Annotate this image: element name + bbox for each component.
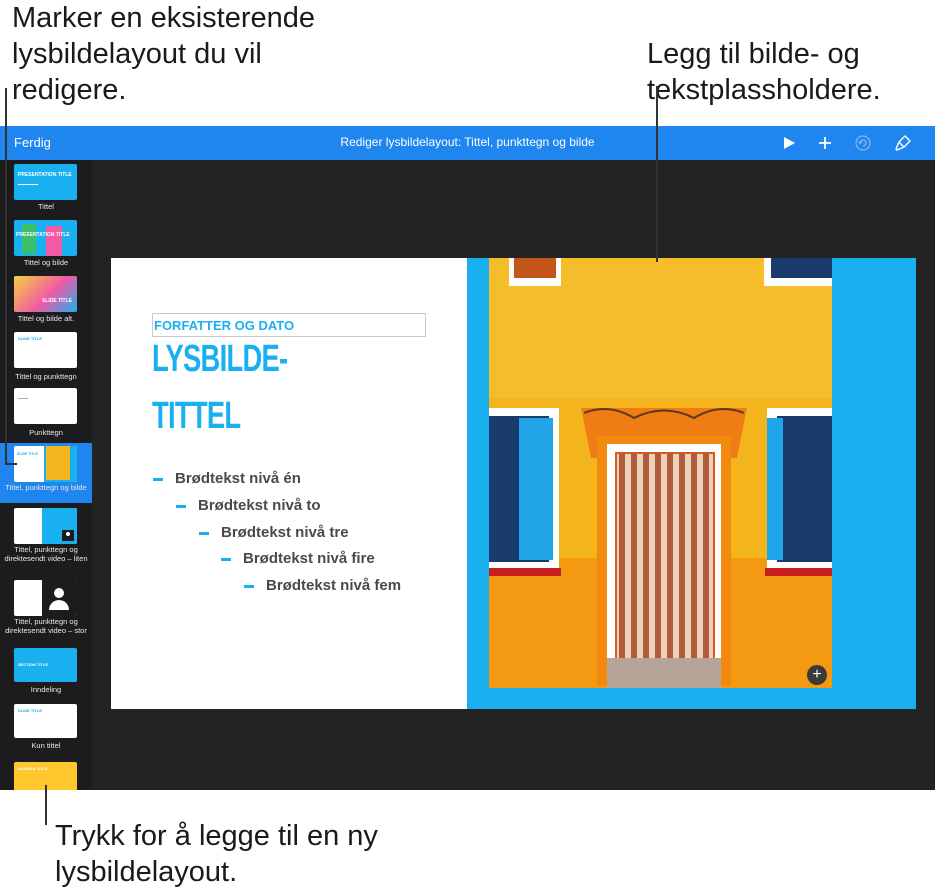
door-photo [489,258,832,688]
layout-thumbnail: PRESENTATION TITLE [14,164,77,200]
sidebar-item-tittel-og-bilde-alt[interactable]: SLIDE TITLE Tittel og bilde alt. [0,272,92,326]
callout-add-new-layout: Trykk for å legge til en ny lysbildelayo… [55,820,378,888]
bullet-level-4[interactable]: Brødtekst nivå fire [221,550,375,567]
layout-thumbnail: SLIDE TITLE [14,332,77,368]
play-icon[interactable] [778,132,800,154]
bullet-level-5[interactable]: Brødtekst nivå fem [244,577,401,594]
bullet-dash-icon [176,504,186,508]
add-image-icon[interactable]: + [807,665,827,685]
edit-layout-toolbar: Ferdig Rediger lysbildelayout: Tittel, p… [0,126,935,160]
sidebar-item-kun-tittel[interactable]: SLIDE TITLE Kun tittel [0,704,92,758]
bullet-dash-icon [199,531,209,535]
callout-select-layout: Marker en eksisterende lysbildelayout du… [12,2,316,106]
sidebar-item-tittel-og-bilde[interactable]: PRESENTATION TITLE Tittel og bilde [0,216,92,270]
layout-thumbnail: SECTION TITLE [14,648,77,682]
slide-title-line1[interactable]: LYSBILDE- [152,338,288,381]
layout-thumbnail [14,508,77,544]
leader-line-select [5,88,7,464]
leader-line-new-layout [45,785,47,825]
bullet-dash-icon [153,477,163,481]
paintbrush-icon[interactable] [892,132,914,154]
sidebar-item-inndeling[interactable]: SECTION TITLE Inndeling [0,648,92,702]
sidebar-item-tittel-og-punkttegn[interactable]: SLIDE TITLE Tittel og punkttegn [0,328,92,382]
sidebar-item-tittel[interactable]: PRESENTATION TITLE Tittel [0,160,92,214]
layout-thumbnail: SLIDE TITLE [14,276,77,312]
sidebar-item-tittel-punkttegn-og-bilde[interactable]: SLIDE TITLE Tittel, punkttegn og bilde [0,443,92,503]
bullet-level-2[interactable]: Brødtekst nivå to [176,497,321,514]
layout-thumbnail: SLIDE TITLE [14,704,77,738]
layout-sidebar: PRESENTATION TITLE Tittel PRESENTATION T… [0,160,92,790]
layout-thumbnail: PRESENTATION TITLE [14,220,77,256]
callout-add-placeholders: Legg til bilde- og tekstplassholdere. [647,38,881,106]
leader-line-select-end [5,463,17,465]
slide-title-line2[interactable]: TITTEL [152,395,241,438]
layout-thumbnail [14,580,77,616]
slide-layout[interactable]: + FORFATTER OG DATO LYSBILDE- TITTEL Brø… [111,258,916,709]
bullet-level-3[interactable]: Brødtekst nivå tre [199,524,349,541]
layout-thumbnail: SLIDE TITLE [14,446,77,482]
bullet-level-1[interactable]: Brødtekst nivå én [153,470,301,487]
layout-thumbnail [14,388,77,424]
leader-line-placeholders [656,86,658,262]
sidebar-item-video-stor[interactable]: Tittel, punkttegn og direktesendt video … [0,578,92,648]
author-date-placeholder[interactable]: FORFATTER OG DATO [152,313,426,337]
image-placeholder[interactable]: + [489,258,832,688]
sidebar-item-punkttegn[interactable]: Punkttegn [0,384,92,438]
bullet-dash-icon [221,557,231,561]
bullet-dash-icon [244,584,254,588]
undo-icon[interactable] [852,132,874,154]
plus-icon[interactable] [814,132,836,154]
sidebar-item-video-liten[interactable]: Tittel, punkttegn og direktesendt video … [0,506,92,576]
